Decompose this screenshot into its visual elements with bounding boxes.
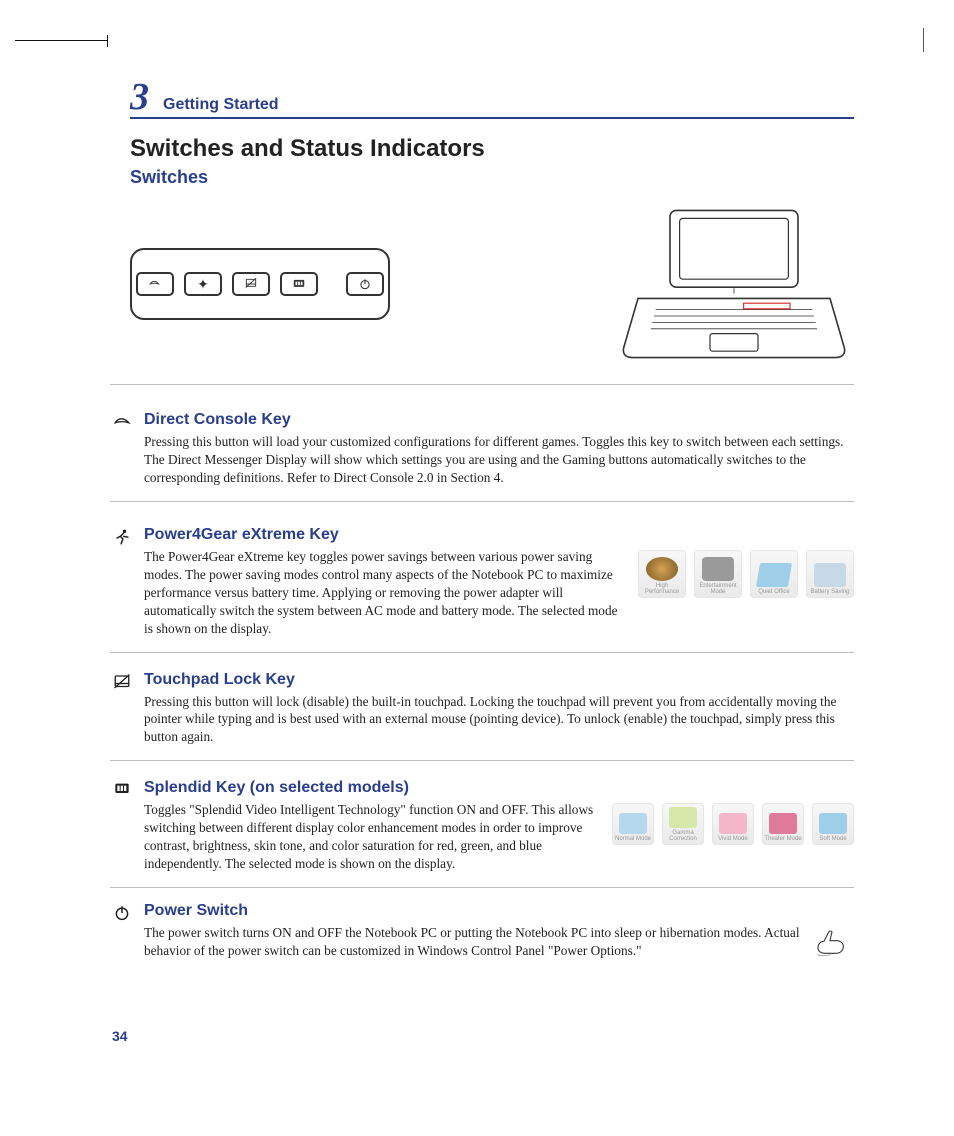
page-title: Switches and Status Indicators: [130, 135, 854, 163]
section-text: Pressing this button will load your cust…: [144, 433, 854, 487]
thumb-vivid-mode: Vivid Mode: [712, 803, 754, 845]
section-text: Pressing this button will lock (disable)…: [144, 693, 854, 747]
panel-splendid-icon: [280, 272, 318, 296]
power4gear-thumbnails: High Performance Entertainment Mode Quie…: [638, 550, 854, 598]
section-title: Power4Gear eXtreme Key: [144, 526, 854, 544]
chapter-title: Getting Started: [163, 96, 279, 114]
section-power4gear: Power4Gear eXtreme Key High Performance …: [110, 526, 854, 653]
section-power-switch: Power Switch The power switch turns ON a…: [110, 902, 854, 976]
chapter-number: 3: [130, 75, 149, 119]
thumb-battery-saving: Battery Saving: [806, 550, 854, 598]
thumb-entertainment: Entertainment Mode: [694, 550, 742, 598]
section-title: Direct Console Key: [144, 411, 854, 429]
crop-marks: [15, 40, 844, 50]
panel-power4gear-icon: ✦: [184, 272, 222, 296]
thumb-quiet-office: Quiet Office: [750, 550, 798, 598]
page: 3 Getting Started Switches and Status In…: [0, 0, 954, 1136]
thumb-soft-mode: Soft Mode: [812, 803, 854, 845]
thumb-normal-mode: Normal Mode: [612, 803, 654, 845]
section-title: Splendid Key (on selected models): [144, 779, 854, 797]
hand-press-icon: [814, 924, 854, 962]
laptop-illustration: [614, 204, 854, 364]
panel-power-icon: [346, 272, 384, 296]
touchpad-lock-icon: [110, 671, 134, 747]
illustration-row: ✦: [110, 198, 854, 385]
splendid-icon: [110, 779, 134, 873]
power-icon: [110, 902, 134, 962]
thumb-high-performance: High Performance: [638, 550, 686, 598]
section-splendid: Splendid Key (on selected models) Normal…: [110, 779, 854, 888]
switch-panel-illustration: ✦: [130, 248, 390, 320]
section-title: Touchpad Lock Key: [144, 671, 854, 689]
thumb-gamma-correction: Gamma Correction: [662, 803, 704, 845]
thumb-theater-mode: Theater Mode: [762, 803, 804, 845]
runner-icon: [110, 526, 134, 638]
section-title: Power Switch: [144, 902, 854, 920]
section-direct-console: Direct Console Key Pressing this button …: [110, 411, 854, 502]
page-number: 34: [112, 1028, 128, 1044]
panel-direct-console-icon: [136, 272, 174, 296]
crop-mark-right: [923, 28, 924, 52]
rog-icon: [110, 411, 134, 487]
chapter-header: 3 Getting Started: [130, 75, 854, 119]
panel-touchpad-icon: [232, 272, 270, 296]
section-touchpad-lock: Touchpad Lock Key Pressing this button w…: [110, 671, 854, 762]
section-subtitle: Switches: [130, 167, 854, 188]
section-text: The power switch turns ON and OFF the No…: [144, 924, 854, 960]
splendid-thumbnails: Normal Mode Gamma Correction Vivid Mode …: [612, 803, 854, 845]
